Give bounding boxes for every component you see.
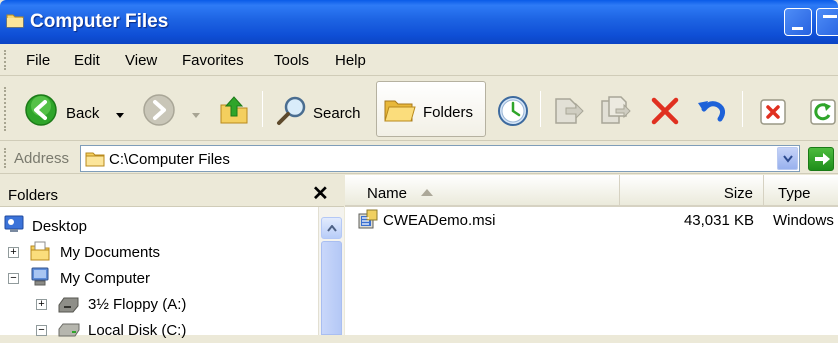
address-bar-grip[interactable] [4, 148, 7, 168]
delete-x-icon [651, 97, 679, 125]
move-to-icon [555, 98, 584, 124]
menu-file[interactable]: File [26, 52, 50, 69]
expand-plus-icon[interactable]: + [36, 299, 47, 310]
back-arrow-icon [25, 94, 57, 126]
search-button[interactable]: Search [270, 83, 370, 135]
file-size: 43,031 KB [683, 212, 754, 229]
back-dropdown-icon[interactable] [116, 113, 124, 118]
scroll-up-button[interactable] [321, 217, 342, 239]
back-label: Back [66, 105, 100, 122]
menu-tools[interactable]: Tools [274, 52, 309, 69]
folders-button[interactable]: Folders [376, 81, 486, 137]
copy-to-icon [601, 96, 631, 124]
expand-plus-icon[interactable]: + [8, 247, 19, 258]
file-type: Windows [773, 212, 834, 229]
table-row[interactable]: CWEADemo.msi 43,031 KB Windows [345, 209, 838, 233]
my-documents-icon [30, 241, 50, 261]
history-button[interactable] [494, 83, 534, 135]
up-folder-icon [220, 96, 248, 124]
collapse-minus-icon[interactable]: − [36, 325, 47, 336]
undo-button[interactable] [692, 83, 734, 135]
title-bar[interactable]: Computer Files [0, 0, 838, 44]
column-header-type[interactable]: Type [764, 175, 838, 207]
address-input[interactable]: C:\Computer Files [80, 145, 800, 172]
address-label: Address [14, 150, 70, 167]
column-header-size[interactable]: Size [620, 175, 764, 207]
menu-favorites[interactable]: Favorites [182, 52, 244, 69]
file-list-header: Name Size Type [345, 175, 838, 207]
chevron-up-icon [327, 225, 337, 232]
forward-arrow-icon [143, 94, 175, 126]
move-to-button[interactable] [548, 83, 590, 135]
my-computer-icon [31, 267, 49, 286]
refresh-button[interactable] [806, 83, 838, 135]
folders-pane: Folders ✕ Desktop + My Documents − My Co… [0, 175, 344, 339]
toolbar-grip[interactable] [4, 87, 7, 131]
menu-bar-grip[interactable] [4, 50, 7, 70]
undo-arrow-icon [698, 101, 726, 122]
search-label: Search [313, 105, 361, 122]
tree-item-label: My Documents [60, 244, 161, 261]
folders-icon [384, 100, 416, 122]
address-value: C:\Computer Files [109, 151, 230, 168]
scroll-thumb[interactable] [321, 241, 342, 335]
folder-tree-scrollbar[interactable] [318, 207, 344, 335]
column-name-label: Name [367, 185, 408, 202]
menu-help[interactable]: Help [335, 52, 366, 69]
maximize-button[interactable] [816, 8, 838, 36]
toolbar-separator [262, 91, 263, 127]
folders-pane-header: Folders ✕ [0, 175, 344, 207]
address-dropdown-button[interactable] [777, 147, 798, 170]
search-icon [277, 96, 306, 125]
menu-edit[interactable]: Edit [74, 52, 100, 69]
column-type-label: Type [778, 185, 811, 202]
column-header-name[interactable]: Name [345, 175, 620, 207]
file-name: CWEADemo.msi [383, 212, 496, 229]
stop-icon [760, 99, 786, 125]
maximize-icon [823, 15, 837, 18]
go-button[interactable] [808, 147, 834, 171]
folders-label: Folders [423, 104, 474, 121]
toolbar-separator [742, 91, 743, 127]
sort-ascending-icon [421, 189, 433, 196]
folder-icon [85, 152, 105, 167]
up-folder-button[interactable] [214, 83, 254, 135]
standard-toolbar: Back Search Folders [0, 77, 838, 141]
floppy-drive-icon [58, 297, 79, 313]
close-icon[interactable]: ✕ [312, 181, 329, 206]
file-list: Name Size Type CWEADemo.msi 43,031 KB Wi… [345, 175, 838, 335]
column-size-label: Size [723, 185, 753, 202]
tree-item-label: Local Disk (C:) [88, 322, 187, 339]
folder-icon [6, 14, 24, 28]
menu-bar: File Edit View Favorites Tools Help [0, 44, 838, 76]
refresh-icon [810, 99, 836, 125]
window-title: Computer Files [30, 11, 169, 32]
folders-pane-title: Folders [8, 187, 59, 204]
stop-button[interactable] [756, 83, 790, 135]
copy-to-button[interactable] [596, 83, 638, 135]
forward-dropdown-icon[interactable] [192, 113, 200, 118]
tree-item-label: 3½ Floppy (A:) [88, 296, 187, 313]
forward-button[interactable] [140, 83, 206, 135]
go-arrow-icon [815, 153, 830, 165]
minimize-button[interactable] [784, 8, 812, 36]
address-bar: Address C:\Computer Files [0, 142, 838, 174]
delete-button[interactable] [646, 83, 686, 135]
tree-item-label: Desktop [32, 218, 88, 235]
back-button[interactable]: Back [22, 83, 132, 135]
desktop-icon [4, 215, 24, 232]
tree-item-label: My Computer [60, 270, 151, 287]
toolbar-separator [540, 91, 541, 127]
chevron-down-icon [783, 155, 793, 163]
folder-tree: Desktop + My Documents − My Computer + 3… [0, 207, 318, 339]
msi-installer-icon [358, 209, 378, 229]
minimize-icon [792, 27, 803, 30]
collapse-minus-icon[interactable]: − [8, 273, 19, 284]
history-clock-icon [498, 96, 528, 126]
menu-view[interactable]: View [125, 52, 157, 69]
